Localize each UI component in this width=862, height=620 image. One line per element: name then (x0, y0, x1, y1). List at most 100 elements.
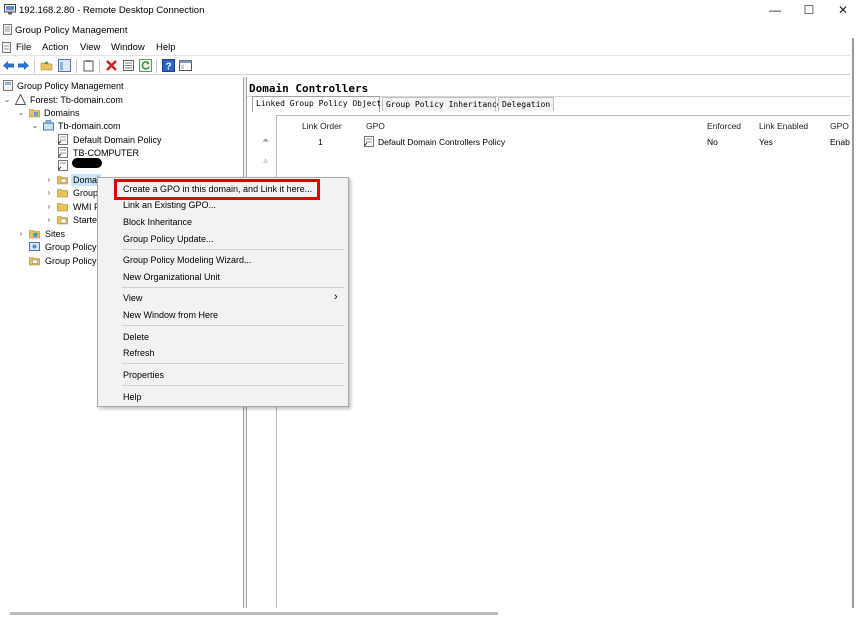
vertical-scrollbar[interactable] (852, 38, 855, 608)
tab-group-policy-inheritance[interactable]: Group Policy Inheritance (382, 97, 502, 111)
column-header-gpo[interactable]: GPO (366, 121, 385, 131)
menu-separator (122, 385, 344, 386)
modeling-icon (29, 242, 40, 251)
back-arrow-icon[interactable] (2, 59, 15, 72)
column-header-gpo-status[interactable]: GPO (830, 121, 849, 131)
tree-label: Group Policy (45, 242, 97, 252)
menu-action[interactable]: Action (42, 42, 68, 53)
svg-text:?: ? (165, 62, 171, 73)
starter-folder-icon (57, 216, 68, 225)
forward-arrow-icon[interactable] (17, 59, 30, 72)
menu-separator (122, 249, 344, 250)
context-menu: Create a GPO in this domain, and Link it… (97, 177, 349, 407)
expand-chevron-icon[interactable]: › (45, 201, 53, 213)
gpo-link-icon (58, 134, 68, 145)
menu-help[interactable]: Help (156, 42, 176, 53)
toolbar-separator (156, 59, 157, 73)
menu-item-refresh[interactable]: Refresh (123, 348, 155, 358)
cell-gpo-status: Enab (830, 137, 850, 147)
column-header-enforced[interactable]: Enforced (707, 121, 741, 131)
tree-label: Group (73, 188, 99, 198)
toolbar-separator (34, 59, 35, 73)
cell-link-enabled: Yes (759, 137, 773, 147)
menu-item-modeling-wizard[interactable]: Group Policy Modeling Wizard... (123, 255, 252, 265)
toolbar-separator (76, 59, 77, 73)
rdp-window-title: 192.168.2.80 - Remote Desktop Connection (19, 5, 205, 16)
app-titlebar: Group Policy Management (0, 21, 862, 39)
ou-folder-icon (57, 176, 68, 185)
menu-file[interactable]: File (16, 42, 31, 53)
menu-item-group-policy-update[interactable]: Group Policy Update... (123, 234, 214, 244)
properties-icon[interactable] (122, 59, 135, 72)
refresh-icon[interactable] (139, 59, 152, 72)
column-header-link-order[interactable]: Link Order (302, 121, 342, 131)
linked-gpo-list (276, 115, 850, 608)
tree-label: WMI F (73, 202, 100, 212)
console-view-icon[interactable] (179, 59, 192, 72)
folder-icon (57, 189, 68, 198)
domain-icon (43, 120, 54, 131)
menu-item-block-inheritance[interactable]: Block Inheritance (123, 217, 192, 227)
results-icon (29, 257, 40, 266)
help-icon[interactable]: ? (162, 59, 175, 72)
expand-chevron-icon[interactable]: › (17, 228, 25, 240)
tree-label: Starte (73, 215, 98, 225)
menu-item-view[interactable]: View (123, 293, 142, 303)
app-menu-icon[interactable] (2, 42, 12, 53)
sites-icon (29, 230, 40, 239)
redaction-mark (72, 158, 102, 168)
menu-item-delete[interactable]: Delete (123, 332, 149, 342)
menubar: File Action View Window Help (0, 39, 850, 56)
domains-folder-icon (29, 109, 40, 118)
gpmc-icon (3, 24, 12, 35)
column-header-link-enabled[interactable]: Link Enabled (759, 121, 808, 131)
menu-item-new-window[interactable]: New Window from Here (123, 310, 218, 320)
folder-icon (57, 203, 68, 212)
menu-item-link-existing-gpo[interactable]: Link an Existing GPO... (123, 200, 216, 210)
gpmc-icon (3, 80, 13, 91)
horizontal-scrollbar[interactable] (10, 612, 498, 615)
show-hide-tree-icon[interactable] (58, 59, 71, 72)
tree-label: Default Domain Policy (73, 135, 162, 145)
tab-delegation[interactable]: Delegation (498, 97, 554, 111)
menu-separator (122, 287, 344, 288)
expand-chevron-icon[interactable]: › (45, 214, 53, 226)
clipboard-icon[interactable] (82, 59, 95, 72)
cell-enforced: No (707, 137, 718, 147)
tree-label: Domains (44, 108, 80, 118)
expand-chevron-icon[interactable]: › (45, 174, 53, 186)
forest-icon (15, 94, 26, 105)
remote-desktop-icon (4, 4, 16, 15)
menu-item-new-ou[interactable]: New Organizational Unit (123, 272, 220, 282)
menu-window[interactable]: Window (111, 42, 145, 53)
minimize-button[interactable]: — (758, 0, 792, 20)
gpo-link-icon (58, 160, 68, 171)
menu-item-help[interactable]: Help (123, 392, 142, 402)
delete-icon[interactable] (105, 59, 118, 72)
menu-separator (122, 325, 344, 326)
tab-linked-gpos[interactable]: Linked Group Policy Objects (252, 96, 386, 112)
collapse-chevron-icon[interactable]: ⌄ (3, 94, 11, 106)
collapse-chevron-icon[interactable]: ⌄ (17, 107, 25, 119)
maximize-button[interactable]: ☐ (792, 0, 826, 20)
tree-label: Group Policy Management (17, 81, 124, 91)
tree-label: Tb-domain.com (58, 121, 121, 131)
menu-item-properties[interactable]: Properties (123, 370, 164, 380)
details-header: Domain Controllers (247, 79, 850, 97)
rdp-titlebar: 192.168.2.80 - Remote Desktop Connection… (0, 0, 862, 20)
tree-label: Group Policy (45, 256, 97, 266)
cell-link-order: 1 (318, 137, 323, 147)
expand-chevron-icon[interactable]: › (45, 187, 53, 199)
tree-label: Forest: Tb-domain.com (30, 95, 123, 105)
menu-separator (122, 363, 344, 364)
close-button[interactable]: ✕ (826, 0, 860, 20)
highlight-annotation (114, 179, 320, 200)
toolbar: ? (0, 57, 850, 75)
up-folder-icon[interactable] (40, 59, 53, 72)
toolbar-separator (99, 59, 100, 73)
menu-view[interactable]: View (80, 42, 100, 53)
move-to-top-icon[interactable]: ⏶ (260, 135, 271, 145)
move-up-icon[interactable]: ▵ (260, 155, 271, 165)
gpo-link-icon (58, 147, 68, 158)
collapse-chevron-icon[interactable]: ⌄ (31, 120, 39, 132)
